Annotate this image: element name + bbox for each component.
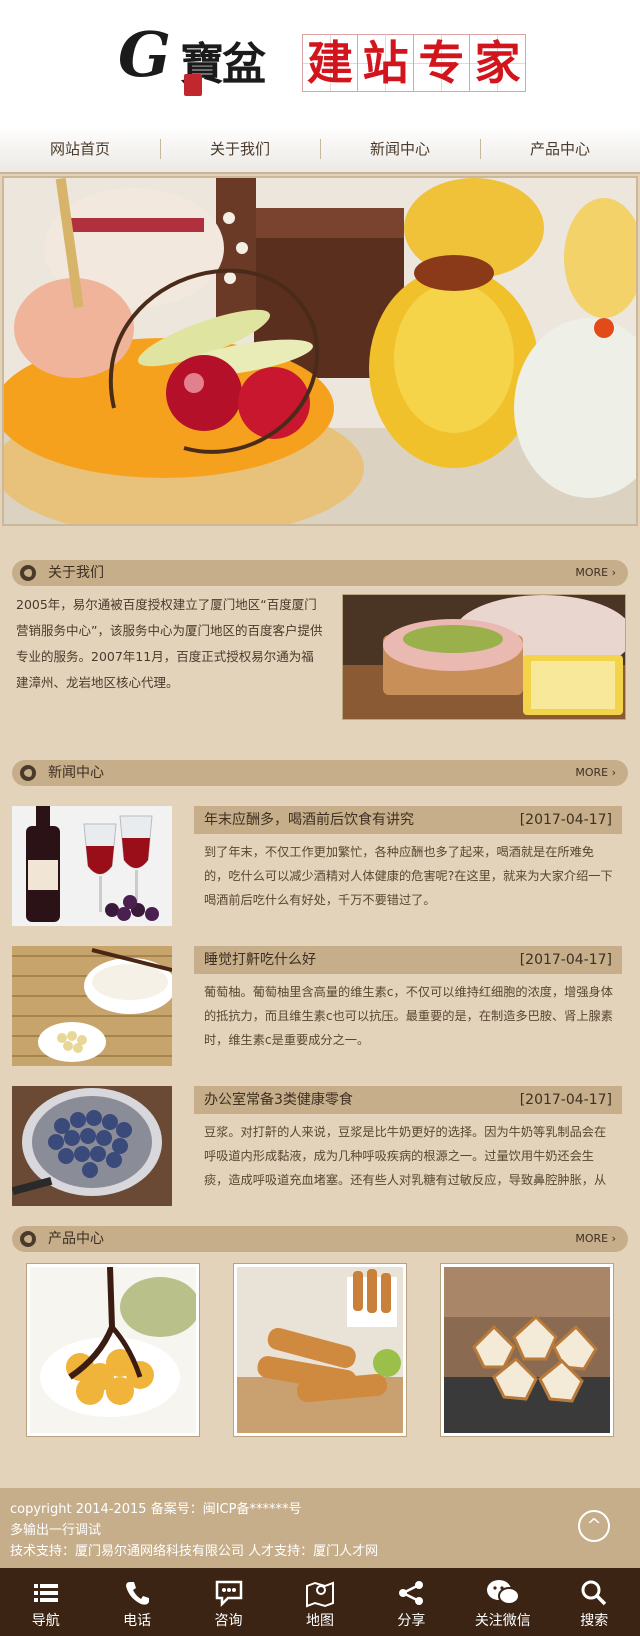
news-date: [2017-04-17]	[519, 952, 612, 968]
tab-label: 关注微信	[474, 1613, 531, 1629]
tab-search[interactable]: 搜索	[549, 1568, 640, 1636]
chevron-up-icon: ^	[586, 1515, 602, 1536]
sandwich-photo	[343, 595, 625, 719]
tab-map[interactable]: 地图	[274, 1568, 365, 1636]
product-photo-cookies	[443, 1267, 610, 1433]
more-link[interactable]: MORE ›	[575, 1226, 616, 1252]
news-section-header: 新闻中心 MORE ›	[12, 760, 628, 786]
product-photo-fried-chicken	[236, 1267, 403, 1433]
title-char: 建	[302, 34, 358, 92]
products-section-header: 产品中心 MORE ›	[12, 1226, 628, 1252]
wine-photo	[12, 806, 172, 926]
tab-wechat[interactable]: 关注微信	[457, 1568, 548, 1636]
news-item[interactable]: 年末应酬多，喝酒前后饮食有讲究 [2017-04-17] 到了年末，不仅工作更加…	[0, 806, 640, 946]
news-item[interactable]: 睡觉打鼾吃什么好 [2017-04-17] 葡萄柚。葡萄柚里含高量的维生素c，不…	[0, 946, 640, 1086]
hero-banner-image[interactable]	[2, 176, 638, 526]
tab-label: 电话	[123, 1613, 152, 1629]
more-label: MORE	[575, 566, 609, 579]
product-item[interactable]	[26, 1263, 201, 1437]
main-nav: 网站首页 关于我们 新闻中心 产品中心	[0, 126, 640, 174]
more-link[interactable]: MORE ›	[575, 760, 616, 786]
phone-icon	[126, 1582, 150, 1605]
footer: copyright 2014-2015 备案号：闽ICP备******号 多输出…	[0, 1488, 640, 1568]
tab-label: 导航	[31, 1613, 60, 1629]
blueberries-photo	[12, 1086, 172, 1206]
tab-phone[interactable]: 电话	[91, 1568, 182, 1636]
section-title: 新闻中心	[48, 765, 104, 781]
section-title: 关于我们	[48, 565, 104, 581]
section-bullet-icon	[20, 1231, 36, 1247]
bottom-toolbar: 导航 电话 咨询 地图 分享 关注微信 搜索	[0, 1568, 640, 1636]
share-icon	[399, 1581, 424, 1605]
news-date: [2017-04-17]	[519, 812, 612, 828]
search-icon	[581, 1580, 607, 1606]
tab-label: 咨询	[214, 1613, 243, 1629]
product-grid	[0, 1263, 640, 1437]
brand-glyph: G	[118, 18, 171, 91]
map-icon	[305, 1581, 334, 1608]
product-photo-dessert	[30, 1267, 197, 1433]
about-section-header: 关于我们 MORE ›	[12, 560, 628, 586]
tab-consult[interactable]: 咨询	[183, 1568, 274, 1636]
news-title-bar[interactable]: 年末应酬多，喝酒前后饮食有讲究 [2017-04-17]	[194, 806, 622, 834]
nav-item-about[interactable]: 关于我们	[160, 125, 320, 173]
product-item[interactable]	[232, 1263, 407, 1437]
back-to-top-button[interactable]: ^	[578, 1510, 610, 1542]
nav-item-products[interactable]: 产品中心	[480, 125, 640, 173]
soymilk-photo	[12, 946, 172, 1066]
news-date: [2017-04-17]	[519, 1092, 612, 1108]
tech-support-text[interactable]: 技术支持：厦门易尔通网络科技有限公司 人才支持：厦门人才网	[10, 1540, 378, 1559]
chat-icon	[215, 1580, 242, 1608]
news-summary: 到了年末，不仅工作更加繁忙，各种应酬也多了起来，喝酒就是在所难免的，吃什么可以减…	[204, 845, 613, 907]
title-char: 站	[358, 34, 414, 92]
header: G 寶盆 建 站 专 家	[0, 0, 640, 126]
more-label: MORE	[575, 766, 609, 779]
news-title[interactable]: 年末应酬多，喝酒前后饮食有讲究	[204, 806, 414, 834]
tab-nav[interactable]: 导航	[0, 1568, 91, 1636]
site-title: 建 站 专 家	[302, 34, 526, 92]
brand-mark: G 寶盆	[118, 18, 298, 96]
news-summary: 豆浆。对打鼾的人来说，豆浆是比牛奶更好的选择。因为牛奶等乳制品会在呼吸道内形成黏…	[204, 1125, 607, 1187]
seal-icon	[184, 74, 202, 96]
section-title: 产品中心	[48, 1231, 104, 1247]
news-title[interactable]: 睡觉打鼾吃什么好	[204, 946, 316, 974]
footer-debug-text: 多输出一行调试	[10, 1523, 102, 1538]
product-item[interactable]	[439, 1263, 614, 1437]
copyright-text: copyright 2014-2015 备案号：闽ICP备******号	[10, 1502, 302, 1517]
title-char: 专	[414, 34, 470, 92]
news-thumbnail[interactable]	[12, 946, 172, 1066]
news-thumbnail[interactable]	[12, 806, 172, 926]
tab-label: 分享	[397, 1613, 426, 1629]
news-item[interactable]: 办公室常备3类健康零食 [2017-04-17] 豆浆。对打鼾的人来说，豆浆是比…	[0, 1086, 640, 1226]
section-bullet-icon	[20, 565, 36, 581]
about-image[interactable]	[342, 594, 626, 720]
title-char: 家	[470, 34, 526, 92]
more-link[interactable]: MORE ›	[575, 560, 616, 586]
about-content: 2005年，易尔通被百度授权建立了厦门地区“百度厦门营销服务中心”，该服务中心为…	[0, 592, 640, 742]
section-bullet-icon	[20, 765, 36, 781]
news-title-bar[interactable]: 办公室常备3类健康零食 [2017-04-17]	[194, 1086, 622, 1114]
menu-icon	[33, 1584, 58, 1602]
news-title[interactable]: 办公室常备3类健康零食	[204, 1086, 353, 1114]
about-text: 2005年，易尔通被百度授权建立了厦门地区“百度厦门营销服务中心”，该服务中心为…	[16, 597, 323, 690]
news-title-bar[interactable]: 睡觉打鼾吃什么好 [2017-04-17]	[194, 946, 622, 974]
news-summary: 葡萄柚。葡萄柚里含高量的维生素c，不仅可以维持红细胞的浓度，增强身体的抵抗力，而…	[204, 985, 613, 1047]
more-label: MORE	[575, 1232, 609, 1245]
wechat-icon	[486, 1580, 520, 1605]
tab-share[interactable]: 分享	[366, 1568, 457, 1636]
news-thumbnail[interactable]	[12, 1086, 172, 1206]
tab-label: 搜索	[580, 1613, 609, 1629]
site-logo[interactable]: G 寶盆 建 站 专 家	[118, 18, 538, 100]
dessert-illustration	[4, 178, 636, 524]
tab-label: 地图	[305, 1613, 334, 1629]
nav-item-news[interactable]: 新闻中心	[320, 125, 480, 173]
nav-item-home[interactable]: 网站首页	[0, 125, 160, 173]
